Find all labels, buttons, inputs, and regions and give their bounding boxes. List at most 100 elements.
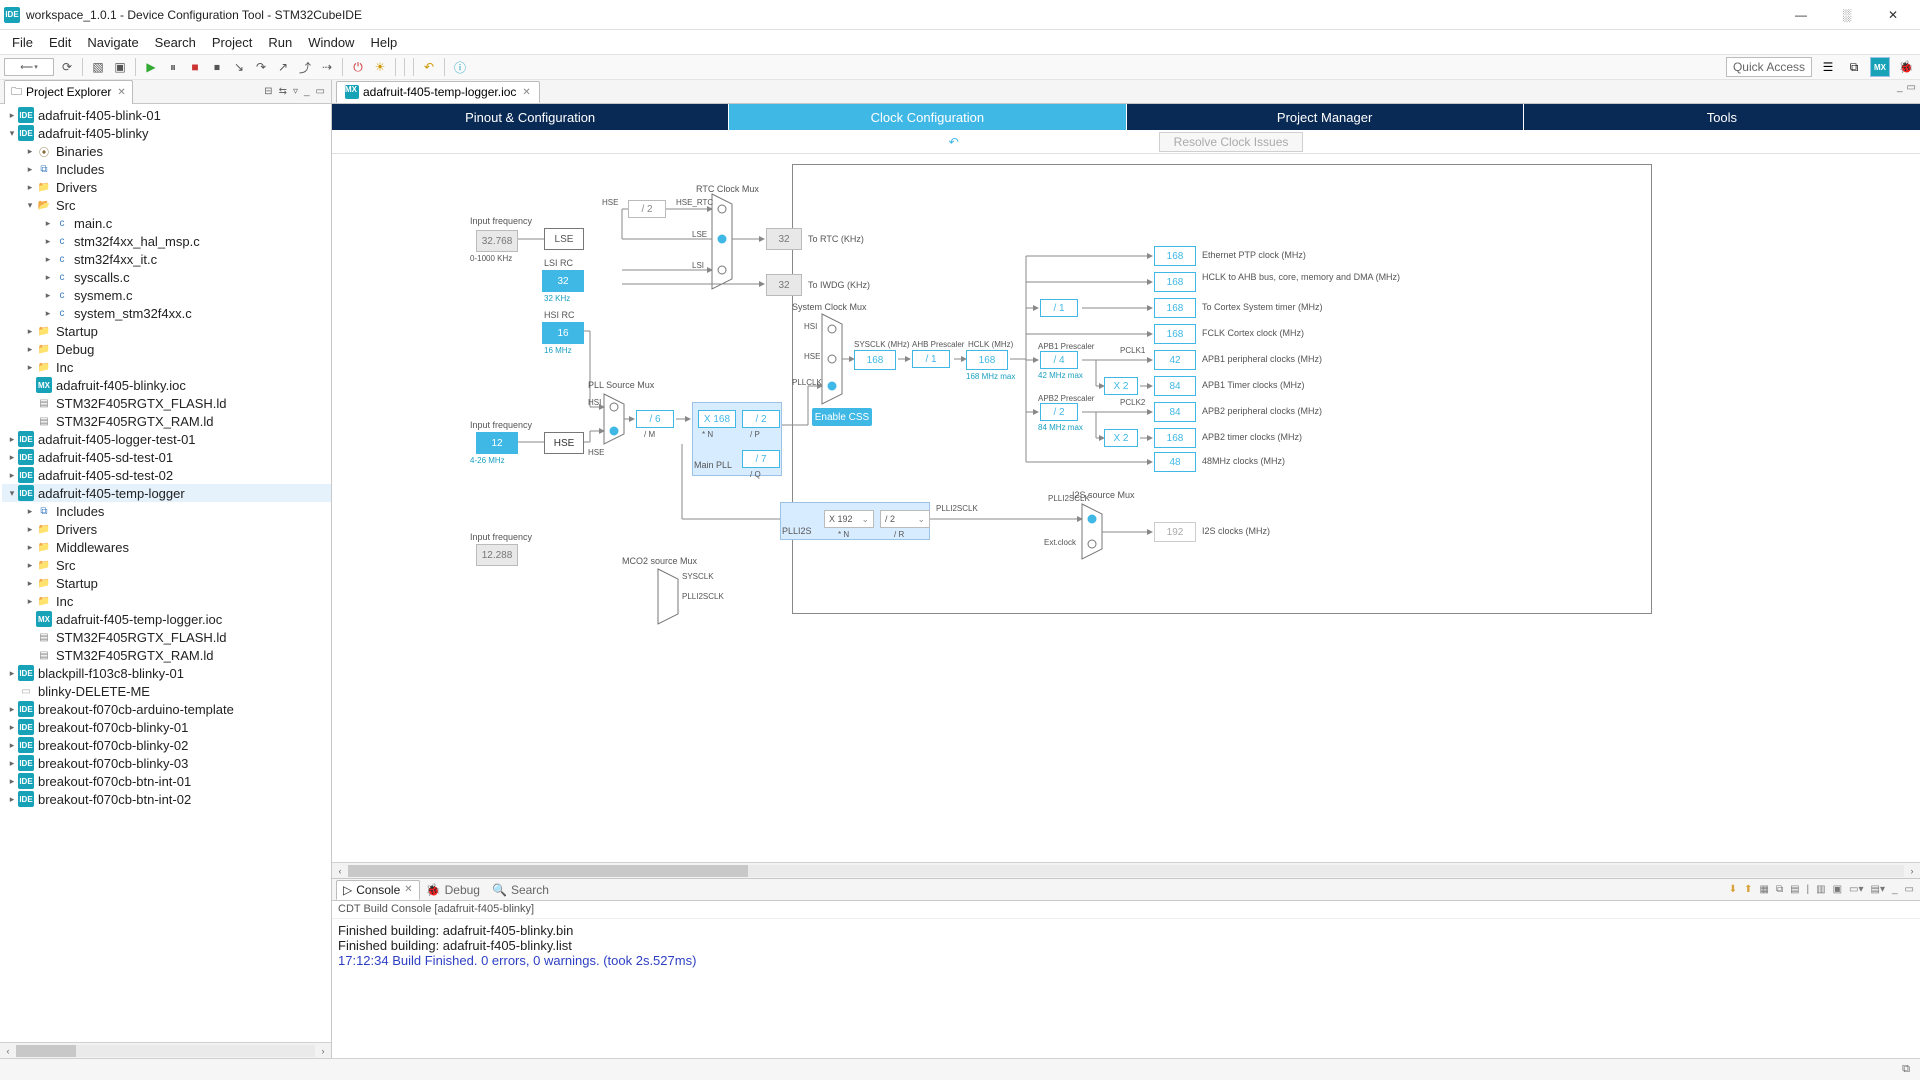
menu-file[interactable]: File: [4, 33, 41, 52]
tree-item[interactable]: ▸cmain.c: [2, 214, 331, 232]
perspective-cdt[interactable]: ⧉: [1844, 57, 1864, 77]
tree-item[interactable]: ▸📁Src: [2, 556, 331, 574]
nav-back-button[interactable]: ↶: [419, 57, 439, 77]
tree-item[interactable]: ▸IDEbreakout-f070cb-blinky-01: [2, 718, 331, 736]
tree-item[interactable]: ▸cstm32f4xx_it.c: [2, 250, 331, 268]
tree-twisty[interactable]: ▾: [6, 488, 18, 499]
editor-tab-close[interactable]: ✕: [522, 87, 530, 98]
config-tab-tools[interactable]: Tools: [1524, 104, 1920, 130]
console-min[interactable]: _: [1890, 884, 1900, 895]
project-tree[interactable]: ▸IDEadafruit-f405-blink-01▾IDEadafruit-f…: [0, 104, 331, 1042]
menu-navigate[interactable]: Navigate: [79, 33, 146, 52]
plli2s-n[interactable]: X 192: [824, 510, 874, 528]
tree-item[interactable]: ▤STM32F405RGTX_RAM.ld: [2, 412, 331, 430]
step-return-button[interactable]: ↗: [273, 57, 293, 77]
tree-item[interactable]: ▸IDEadafruit-f405-sd-test-02: [2, 466, 331, 484]
pll-m[interactable]: / 6: [636, 410, 674, 428]
tree-twisty[interactable]: ▸: [24, 182, 36, 193]
tree-twisty[interactable]: ▾: [24, 200, 36, 211]
pin-icon[interactable]: ✕: [117, 87, 125, 98]
build-all-button[interactable]: ▧: [88, 57, 108, 77]
console-opt2[interactable]: ▣: [1831, 884, 1844, 895]
view-menu-button[interactable]: ▿: [291, 86, 300, 97]
quick-access[interactable]: Quick Access: [1726, 57, 1812, 77]
console-max[interactable]: ▭: [1903, 884, 1916, 895]
tree-twisty[interactable]: ▸: [24, 164, 36, 175]
tree-item[interactable]: ▸📁Drivers: [2, 520, 331, 538]
refresh-button[interactable]: ⟳: [57, 57, 77, 77]
tree-twisty[interactable]: ▸: [24, 578, 36, 589]
console-lock-button[interactable]: ⧉: [1774, 884, 1785, 895]
minimize-button[interactable]: —: [1778, 0, 1824, 30]
tree-item[interactable]: ▾IDEadafruit-f405-temp-logger: [2, 484, 331, 502]
explorer-tab[interactable]: 🗀 Project Explorer ✕: [4, 80, 133, 104]
explorer-h-scroll[interactable]: ‹›: [0, 1042, 331, 1058]
resume-button[interactable]: ▶: [141, 57, 161, 77]
step-over-button[interactable]: ↷: [251, 57, 271, 77]
tree-item[interactable]: ▸IDEadafruit-f405-sd-test-01: [2, 448, 331, 466]
suspend-button[interactable]: ⏸: [163, 57, 183, 77]
console-output[interactable]: Finished building: adafruit-f405-blinky.…: [332, 919, 1920, 1058]
config-tab-clock-configuration[interactable]: Clock Configuration: [729, 104, 1126, 130]
editor-h-scroll[interactable]: ‹›: [332, 862, 1920, 878]
tree-item[interactable]: ▸⧉Includes: [2, 502, 331, 520]
tree-item[interactable]: ▸📁Middlewares: [2, 538, 331, 556]
tree-twisty[interactable]: ▸: [6, 776, 18, 787]
tree-twisty[interactable]: ▸: [42, 236, 54, 247]
tree-item[interactable]: ▸📁Startup: [2, 322, 331, 340]
tree-twisty[interactable]: ▸: [6, 740, 18, 751]
tree-item[interactable]: ▸csyscalls.c: [2, 268, 331, 286]
tree-item[interactable]: ▸⧉Includes: [2, 160, 331, 178]
view-min-button[interactable]: _: [302, 86, 312, 97]
tree-item[interactable]: ▸📁Debug: [2, 340, 331, 358]
clock-diagram[interactable]: Input frequency 32.768 0-1000 KHz LSE LS…: [332, 154, 1920, 862]
config-tab-project-manager[interactable]: Project Manager: [1127, 104, 1524, 130]
console-display[interactable]: ▭▾: [1847, 884, 1865, 895]
collapse-all-button[interactable]: ⊟: [262, 86, 274, 97]
sysclk[interactable]: 168: [854, 350, 896, 370]
tree-item[interactable]: ▸IDEbreakout-f070cb-btn-int-01: [2, 772, 331, 790]
tree-item[interactable]: MXadafruit-f405-temp-logger.ioc: [2, 610, 331, 628]
tree-twisty[interactable]: ▸: [24, 326, 36, 337]
tree-twisty[interactable]: ▸: [24, 362, 36, 373]
info-button[interactable]: ⓘ: [450, 57, 470, 77]
target-button[interactable]: ▣: [110, 57, 130, 77]
menu-edit[interactable]: Edit: [41, 33, 79, 52]
tree-item[interactable]: ▸csysmem.c: [2, 286, 331, 304]
link-editor-button[interactable]: ⇆: [277, 86, 289, 97]
lse-input-freq[interactable]: 32.768: [476, 230, 518, 252]
tree-item[interactable]: ▸📁Drivers: [2, 178, 331, 196]
perspective-mx[interactable]: MX: [1870, 57, 1890, 77]
step-into-button[interactable]: ↘: [229, 57, 249, 77]
tree-item[interactable]: ▸📁Startup: [2, 574, 331, 592]
search-tab[interactable]: 🔍 Search: [486, 881, 555, 899]
tree-item[interactable]: ▸📁Inc: [2, 592, 331, 610]
hclk[interactable]: 168: [966, 350, 1008, 370]
enable-css-button[interactable]: Enable CSS: [812, 408, 872, 426]
undo-button[interactable]: ↶: [949, 135, 959, 149]
tree-twisty[interactable]: ▸: [24, 506, 36, 517]
tree-twisty[interactable]: ▸: [42, 308, 54, 319]
stop-button[interactable]: ■: [185, 57, 205, 77]
tree-twisty[interactable]: ▸: [6, 668, 18, 679]
pll-q[interactable]: / 7: [742, 450, 780, 468]
view-max-button[interactable]: ▭: [314, 86, 327, 97]
cortex-div[interactable]: / 1: [1040, 299, 1078, 317]
apb2-pre[interactable]: / 2: [1040, 403, 1078, 421]
resolve-clock-button[interactable]: Resolve Clock Issues: [1159, 132, 1304, 152]
console-open[interactable]: ▤▾: [1869, 884, 1887, 895]
tree-item[interactable]: ▤STM32F405RGTX_FLASH.ld: [2, 394, 331, 412]
tree-twisty[interactable]: ▸: [42, 218, 54, 229]
clear-console-button[interactable]: ▦: [1757, 884, 1770, 895]
instruction-step-button[interactable]: ⇢: [317, 57, 337, 77]
tree-twisty[interactable]: ▸: [42, 254, 54, 265]
config-tab-pinout-configuration[interactable]: Pinout & Configuration: [332, 104, 729, 130]
menu-run[interactable]: Run: [260, 33, 300, 52]
nav-last-button[interactable]: ⟵: [4, 58, 54, 76]
tree-item[interactable]: ▸cstm32f4xx_hal_msp.c: [2, 232, 331, 250]
i2s-input-freq[interactable]: 12.288: [476, 544, 518, 566]
tree-twisty[interactable]: ▸: [6, 794, 18, 805]
tree-twisty[interactable]: ▸: [42, 272, 54, 283]
tree-item[interactable]: ▸IDEbreakout-f070cb-blinky-03: [2, 754, 331, 772]
console-pin-button[interactable]: ▤: [1788, 884, 1801, 895]
